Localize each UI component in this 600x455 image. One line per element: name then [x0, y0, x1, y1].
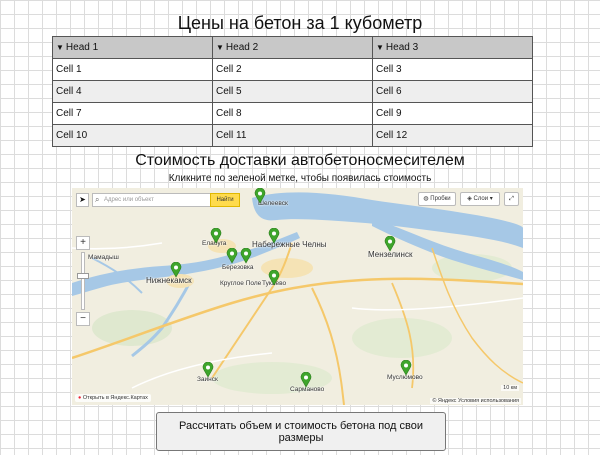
column-header-label: Head 2: [225, 42, 259, 53]
delivery-hint: Кликните по зеленой метке, чтобы появила…: [168, 173, 432, 184]
sort-arrow-icon: ▼: [376, 43, 384, 52]
open-in-yandex-label: Открыть в Яндекс.Картах: [82, 395, 148, 401]
table-cell: Cell 9: [372, 102, 533, 125]
map-search-button[interactable]: Найти: [210, 193, 240, 207]
table-cell: Cell 12: [372, 124, 533, 147]
map-search-placeholder: Адрес или объект: [104, 197, 154, 203]
map-search-input[interactable]: ⌕ Адрес или объект: [92, 193, 212, 207]
yandex-pin-icon: ●: [78, 395, 82, 401]
city-label-nizhnekamsk: Нижнекамск: [146, 276, 192, 285]
map-pin-icon[interactable]: [268, 270, 280, 286]
column-header-label: Head 3: [385, 42, 419, 53]
map-pin-icon[interactable]: [400, 360, 412, 376]
layers-button[interactable]: ◈ Слои ▾: [460, 192, 500, 206]
chevron-down-icon: ▾: [489, 196, 493, 202]
table-cell: Cell 10: [52, 124, 213, 147]
delivery-map[interactable]: ➤ ⌕ Адрес или объект Найти ◍ Пробки ◈ Сл…: [72, 188, 523, 405]
map-pin-icon[interactable]: [202, 362, 214, 378]
table-cell: Cell 4: [52, 80, 213, 103]
column-header-3[interactable]: ▼ Head 3: [372, 36, 533, 59]
map-pin-icon[interactable]: [300, 372, 312, 388]
price-table: ▼ Head 1 ▼ Head 2 ▼ Head 3 Cell 1 Cell 2 Ce…: [52, 36, 533, 147]
table-cell: Cell 1: [52, 58, 213, 81]
map-pin-icon[interactable]: [268, 228, 280, 244]
calculate-button[interactable]: Рассчитать объем и стоимость бетона под …: [156, 412, 446, 451]
column-header-1[interactable]: ▼ Head 1: [52, 36, 213, 59]
fullscreen-icon[interactable]: ⤢: [504, 192, 519, 206]
map-pin-icon[interactable]: [240, 248, 252, 264]
table-row: Cell 1 Cell 2 Cell 3: [52, 58, 533, 81]
layers-button-label: Слои: [473, 196, 489, 202]
sort-arrow-icon: ▼: [56, 43, 64, 52]
column-header-2[interactable]: ▼ Head 2: [212, 36, 373, 59]
map-pin-icon[interactable]: [384, 236, 396, 252]
map-background: [72, 188, 523, 405]
traffic-button-label: Пробки: [430, 196, 451, 202]
traffic-icon: ◍: [423, 196, 429, 202]
table-cell: Cell 8: [212, 102, 373, 125]
delivery-title: Стоимость доставки автобетоносмесителем: [135, 152, 465, 169]
table-cell: Cell 2: [212, 58, 373, 81]
city-label-kruglon-pole: Круглое Поле: [220, 280, 262, 287]
city-label-naberezhnye-chelny: Набережные Челны: [252, 240, 327, 249]
table-row: Cell 4 Cell 5 Cell 6: [52, 80, 533, 103]
map-scale: 10 км: [501, 385, 519, 391]
table-cell: Cell 11: [212, 124, 373, 147]
table-row: Cell 10 Cell 11 Cell 12: [52, 124, 533, 147]
zoom-in-button[interactable]: +: [76, 236, 90, 250]
table-header-row: ▼ Head 1 ▼ Head 2 ▼ Head 3: [52, 36, 533, 59]
page-title: Цены на бетон за 1 кубометр: [177, 13, 423, 33]
zoom-control: + −: [76, 236, 90, 326]
map-pin-icon[interactable]: [254, 188, 266, 204]
map-pin-icon[interactable]: [170, 262, 182, 278]
city-label-mamadysh: Мамадыш: [88, 254, 119, 261]
layers-icon: ◈: [467, 196, 472, 202]
open-in-yandex-link[interactable]: ● Открыть в Яндекс.Картах: [75, 394, 151, 402]
geolocation-icon[interactable]: ➤: [76, 193, 89, 207]
sort-arrow-icon: ▼: [216, 43, 224, 52]
search-icon: ⌕: [95, 195, 100, 204]
city-label-beryozovka: Березовка: [222, 264, 254, 271]
table-cell: Cell 3: [372, 58, 533, 81]
map-pin-icon[interactable]: [210, 228, 222, 244]
table-row: Cell 7 Cell 8 Cell 9: [52, 102, 533, 125]
table-cell: Cell 6: [372, 80, 533, 103]
zoom-slider-handle[interactable]: [77, 273, 89, 279]
zoom-slider[interactable]: [77, 252, 89, 310]
map-copyright[interactable]: © Яндекс Условия использования: [430, 398, 521, 404]
map-pin-icon[interactable]: [226, 248, 238, 264]
zoom-out-button[interactable]: −: [76, 312, 90, 326]
column-header-label: Head 1: [65, 42, 99, 53]
table-cell: Cell 5: [212, 80, 373, 103]
traffic-button[interactable]: ◍ Пробки: [418, 192, 456, 206]
table-cell: Cell 7: [52, 102, 213, 125]
